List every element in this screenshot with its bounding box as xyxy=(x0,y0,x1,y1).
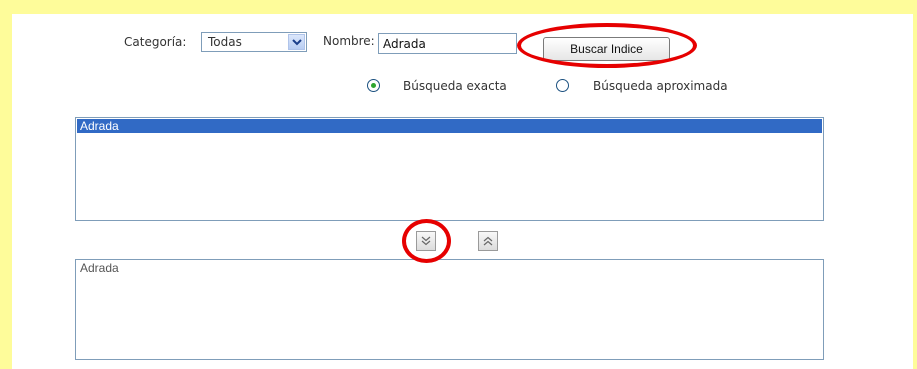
frame-left xyxy=(0,0,12,369)
exact-search-label: Búsqueda exacta xyxy=(403,79,507,93)
name-input[interactable] xyxy=(378,33,517,54)
category-select[interactable]: Todas xyxy=(201,32,307,52)
results-listbox[interactable]: Adrada xyxy=(75,117,824,221)
frame-right xyxy=(913,0,917,369)
search-index-button[interactable]: Buscar Indice xyxy=(543,37,670,61)
move-down-button[interactable] xyxy=(416,231,436,251)
selected-list-item[interactable]: Adrada xyxy=(77,261,822,275)
selected-listbox[interactable]: Adrada xyxy=(75,259,824,360)
move-up-button[interactable] xyxy=(478,231,498,251)
category-label: Categoría: xyxy=(124,35,187,49)
chevron-down-icon[interactable] xyxy=(288,34,305,50)
approx-search-radio[interactable] xyxy=(556,79,569,92)
category-value: Todas xyxy=(208,35,242,49)
results-list-item[interactable]: Adrada xyxy=(77,119,822,133)
approx-search-label: Búsqueda aproximada xyxy=(593,79,728,93)
double-chevron-down-icon xyxy=(421,236,431,246)
double-chevron-up-icon xyxy=(483,236,493,246)
radio-selected-dot xyxy=(371,83,376,88)
name-label: Nombre: xyxy=(323,34,375,48)
frame-top xyxy=(0,0,917,14)
exact-search-radio[interactable] xyxy=(367,79,380,92)
